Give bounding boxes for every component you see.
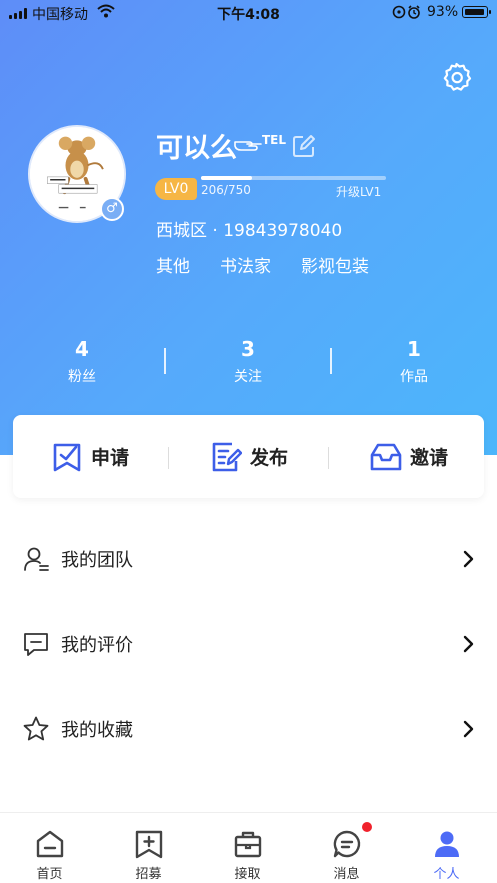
bottom-tab-bar: 首页 招募 接取 消息 个人 bbox=[0, 812, 497, 883]
tab-accept[interactable]: 接取 bbox=[198, 813, 297, 883]
tab-recruit[interactable]: 招募 bbox=[99, 813, 198, 883]
profile-tag: 书法家 bbox=[220, 257, 271, 277]
level-badge: LV0 bbox=[155, 178, 197, 200]
stat-divider bbox=[330, 348, 332, 374]
chevron-right-icon bbox=[463, 720, 474, 738]
pointing-hand-icon bbox=[234, 141, 262, 151]
level-progress-fill bbox=[201, 176, 252, 180]
publish-button[interactable]: 发布 bbox=[210, 415, 288, 498]
recruit-icon bbox=[135, 830, 163, 859]
stat-followers[interactable]: 4 粉丝 bbox=[22, 335, 142, 386]
quick-actions-card: 申请 发布 邀请 bbox=[13, 415, 484, 498]
person-icon bbox=[435, 831, 459, 857]
profile-name: 可以么 bbox=[156, 133, 237, 164]
menu-item-my-reviews[interactable]: 我的评价 bbox=[0, 619, 497, 669]
profile-tags: 其他 书法家 影视包装 bbox=[156, 252, 369, 277]
level-progress-bar bbox=[201, 176, 386, 180]
tab-messages[interactable]: 消息 bbox=[297, 813, 396, 883]
apply-button[interactable]: 申请 bbox=[51, 415, 129, 498]
gender-male-icon: ♂ bbox=[100, 197, 124, 221]
team-icon bbox=[24, 547, 49, 571]
chevron-right-icon bbox=[463, 635, 474, 653]
invite-button[interactable]: 邀请 bbox=[370, 415, 448, 498]
tab-home[interactable]: 首页 bbox=[0, 813, 99, 883]
tab-label: 招募 bbox=[135, 867, 162, 882]
star-icon bbox=[23, 716, 49, 741]
tab-profile[interactable]: 个人 bbox=[397, 813, 496, 883]
alarm-lock-icon bbox=[392, 5, 420, 19]
chevron-right-icon bbox=[463, 550, 474, 568]
bookmark-check-icon bbox=[53, 443, 81, 471]
stat-works[interactable]: 1 作品 bbox=[354, 335, 474, 386]
menu-item-label: 我的团队 bbox=[61, 550, 133, 571]
stat-label: 关注 bbox=[234, 369, 262, 385]
message-icon bbox=[333, 830, 361, 858]
status-bar: 中国移动 下午4:08 93% bbox=[0, 0, 497, 26]
tab-label: 接取 bbox=[234, 867, 261, 882]
battery-percent: 93% bbox=[427, 4, 459, 20]
level-progress-text: 206/750 bbox=[201, 183, 251, 197]
settings-gear-icon[interactable] bbox=[440, 61, 473, 94]
action-divider bbox=[168, 447, 169, 469]
comment-icon bbox=[24, 633, 48, 656]
profile-stats: 4 粉丝 3 关注 1 作品 bbox=[0, 335, 497, 395]
inbox-icon bbox=[370, 443, 402, 470]
publish-label: 发布 bbox=[250, 447, 289, 469]
menu-item-my-team[interactable]: 我的团队 bbox=[0, 534, 497, 584]
action-divider bbox=[328, 447, 329, 469]
location-phone: 西城区 · 19843978040 bbox=[156, 221, 343, 241]
status-time: 下午4:08 bbox=[217, 7, 280, 23]
stat-divider bbox=[164, 348, 166, 374]
menu-item-my-favorites[interactable]: 我的收藏 bbox=[0, 704, 497, 754]
menu-item-label: 我的评价 bbox=[61, 635, 133, 656]
next-level-label: 升级LV1 bbox=[336, 185, 382, 199]
apply-label: 申请 bbox=[91, 447, 130, 469]
briefcase-icon bbox=[234, 831, 262, 858]
profile-tag: 其他 bbox=[156, 257, 190, 277]
stat-value: 3 bbox=[241, 337, 255, 361]
profile-tag: 影视包装 bbox=[301, 257, 369, 277]
stat-value: 4 bbox=[75, 337, 89, 361]
stat-value: 1 bbox=[407, 337, 421, 361]
tab-label: 个人 bbox=[433, 867, 460, 882]
tab-label: 消息 bbox=[333, 867, 360, 882]
home-icon bbox=[36, 830, 64, 858]
menu-item-label: 我的收藏 bbox=[61, 720, 133, 741]
battery-icon bbox=[462, 6, 491, 18]
tab-label: 首页 bbox=[36, 867, 63, 882]
edit-document-icon bbox=[212, 442, 242, 471]
stat-label: 作品 bbox=[400, 369, 428, 385]
notification-dot bbox=[362, 822, 372, 832]
edit-profile-icon[interactable] bbox=[292, 134, 316, 158]
invite-label: 邀请 bbox=[410, 447, 449, 469]
name-suffix: TEL bbox=[262, 133, 287, 147]
stat-following[interactable]: 3 关注 bbox=[188, 335, 308, 386]
stat-label: 粉丝 bbox=[68, 369, 96, 385]
